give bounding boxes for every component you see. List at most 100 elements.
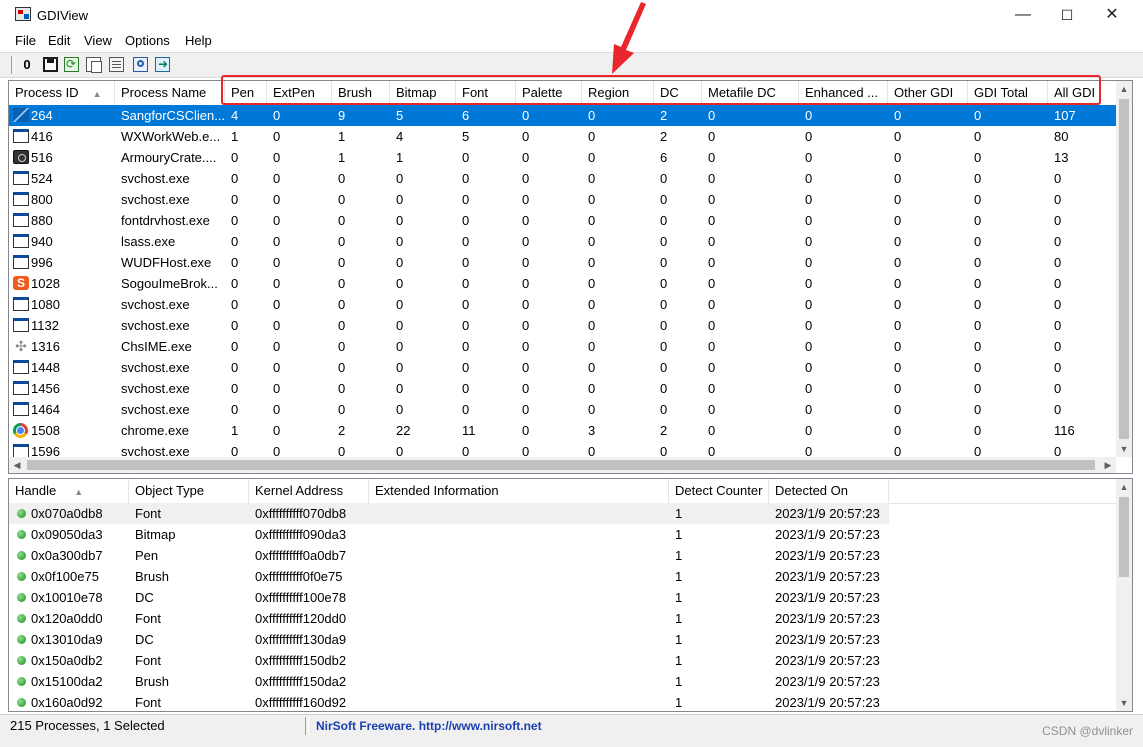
- scroll-right-icon[interactable]: ▶: [1100, 457, 1116, 473]
- handle-row[interactable]: 0x10010e78 DC 0xffffffffff100e78 1 2023/1/9 …: [9, 587, 889, 608]
- column-header-enhanced[interactable]: Enhanced ...: [799, 81, 888, 105]
- minimize-button[interactable]: —: [1000, 0, 1046, 30]
- process-row[interactable]: 1508 chrome.exe 1 0 2 22 11 0 3 2 0 0 0 0 116: [9, 420, 1117, 441]
- handle-row[interactable]: 0x13010da9 DC 0xffffffffff130da9 1 2023/1/9 …: [9, 629, 889, 650]
- column-header-process-name[interactable]: Process Name: [115, 81, 225, 105]
- process-list-vertical-scrollbar[interactable]: ▲ ▼: [1116, 81, 1132, 457]
- copy-icon[interactable]: [86, 57, 102, 73]
- column-header-all-gdi[interactable]: All GDI: [1048, 81, 1119, 105]
- menu-options[interactable]: Options: [125, 33, 170, 48]
- process-row[interactable]: S 1028 SogouImeBrok... 0 0 0 0 0 0 0 0 0 0 0 0 0: [9, 273, 1117, 294]
- cell-object-type: Font: [135, 695, 162, 710]
- cell-kernel-address: 0xffffffffff0f0e75: [255, 569, 343, 584]
- column-header-other-gdi[interactable]: Other GDI: [888, 81, 968, 105]
- column-header-object-type[interactable]: Object Type: [129, 479, 249, 503]
- handle-list-vertical-scrollbar[interactable]: ▲ ▼: [1116, 479, 1132, 711]
- scroll-up-icon[interactable]: ▲: [1116, 81, 1132, 97]
- column-header-metafile-dc[interactable]: Metafile DC: [702, 81, 799, 105]
- column-header-font[interactable]: Font: [456, 81, 516, 105]
- cell-extended-information: [369, 545, 669, 566]
- process-row[interactable]: 940 lsass.exe 0 0 0 0 0 0 0 0 0 0 0 0 0: [9, 231, 1117, 252]
- column-header-extpen[interactable]: ExtPen: [267, 81, 332, 105]
- handle-row[interactable]: 0x070a0db8 Font 0xffffffffff070db8 1 2023/1/…: [9, 503, 889, 524]
- process-row[interactable]: ✣ 1316 ChsIME.exe 0 0 0 0 0 0 0 0 0 0 0 0 0: [9, 336, 1117, 357]
- column-header-extended-information[interactable]: Extended Information: [369, 479, 669, 503]
- watermark: CSDN @dvlinker: [1042, 724, 1133, 738]
- scroll-thumb[interactable]: [27, 460, 1095, 470]
- process-row[interactable]: 880 fontdrvhost.exe 0 0 0 0 0 0 0 0 0 0 0 0 0: [9, 210, 1117, 231]
- cell-kernel-address: 0xffffffffff120dd0: [255, 611, 347, 626]
- cell-enhanced: 0: [805, 255, 813, 270]
- column-header-kernel-address[interactable]: Kernel Address: [249, 479, 369, 503]
- process-row[interactable]: 800 svchost.exe 0 0 0 0 0 0 0 0 0 0 0 0 0: [9, 189, 1117, 210]
- nirsoft-link[interactable]: NirSoft Freeware. http://www.nirsoft.net: [316, 715, 542, 737]
- column-header-handle[interactable]: Handle ▲: [9, 479, 129, 503]
- cell-pen: 0: [231, 360, 239, 375]
- handle-list[interactable]: Handle ▲ Object Type Kernel Address Exten…: [8, 478, 1133, 712]
- close-button[interactable]: ✕: [1089, 0, 1135, 30]
- handle-row[interactable]: 0x150a0db2 Font 0xffffffffff150db2 1 2023/1/…: [9, 650, 889, 671]
- process-list[interactable]: Process ID ▲ Process Name Pen ExtPen Brus…: [8, 80, 1133, 474]
- cell-process-id: 1456: [31, 381, 60, 396]
- column-header-detected-on[interactable]: Detected On: [769, 479, 889, 503]
- column-header-detect-counter[interactable]: Detect Counter: [669, 479, 769, 503]
- process-list-horizontal-scrollbar[interactable]: ◀ ▶: [9, 457, 1116, 473]
- process-row[interactable]: 524 svchost.exe 0 0 0 0 0 0 0 0 0 0 0 0 0: [9, 168, 1117, 189]
- cell-pen: 0: [231, 318, 239, 333]
- column-header-gdi-total[interactable]: GDI Total: [968, 81, 1048, 105]
- scroll-down-icon[interactable]: ▼: [1116, 441, 1132, 457]
- html-report-icon[interactable]: [133, 57, 148, 72]
- process-row[interactable]: 1456 svchost.exe 0 0 0 0 0 0 0 0 0 0 0 0 0: [9, 378, 1117, 399]
- handle-row[interactable]: 0x0f100e75 Brush 0xffffffffff0f0e75 1 2023/1…: [9, 566, 889, 587]
- cell-process-id: 1080: [31, 297, 60, 312]
- cell-kernel-address: 0xffffffffff0a0db7: [255, 548, 347, 563]
- cell-process-id: 996: [31, 255, 53, 270]
- menu-help[interactable]: Help: [185, 33, 212, 48]
- column-header-bitmap[interactable]: Bitmap: [390, 81, 456, 105]
- handle-row[interactable]: 0x120a0dd0 Font 0xffffffffff120dd0 1 2023/1/…: [9, 608, 889, 629]
- refresh-icon[interactable]: ⟳: [64, 57, 79, 72]
- exit-icon[interactable]: ➜: [155, 57, 170, 72]
- scroll-thumb[interactable]: [1119, 497, 1129, 577]
- menu-view[interactable]: View: [84, 33, 112, 48]
- process-row[interactable]: 264 SangforCSClien... 4 0 9 5 6 0 0 2 0 0 0 0 107: [9, 105, 1117, 126]
- save-icon[interactable]: [43, 57, 58, 72]
- cell-detected-on: 2023/1/9 20:57:23: [775, 653, 880, 668]
- handle-row[interactable]: 0x0a300db7 Pen 0xffffffffff0a0db7 1 2023/1/9…: [9, 545, 889, 566]
- cell-detect-counter: 1: [675, 611, 683, 626]
- process-row[interactable]: 996 WUDFHost.exe 0 0 0 0 0 0 0 0 0 0 0 0 0: [9, 252, 1117, 273]
- cell-enhanced: 0: [805, 297, 813, 312]
- column-header-process-id[interactable]: Process ID ▲: [9, 81, 115, 105]
- properties-icon[interactable]: [109, 57, 124, 72]
- cell-enhanced: 0: [805, 213, 813, 228]
- process-row[interactable]: 1080 svchost.exe 0 0 0 0 0 0 0 0 0 0 0 0 0: [9, 294, 1117, 315]
- column-header-dc[interactable]: DC: [654, 81, 702, 105]
- process-row[interactable]: 1132 svchost.exe 0 0 0 0 0 0 0 0 0 0 0 0 0: [9, 315, 1117, 336]
- cell-all-gdi: 0: [1054, 234, 1062, 249]
- zero-button[interactable]: 0: [18, 56, 36, 74]
- handle-row[interactable]: 0x09050da3 Bitmap 0xffffffffff090da3 1 2023/…: [9, 524, 889, 545]
- cell-dc: 0: [660, 318, 668, 333]
- column-header-palette[interactable]: Palette: [516, 81, 582, 105]
- cell-palette: 0: [522, 423, 530, 438]
- menu-file[interactable]: File: [15, 33, 36, 48]
- handle-row[interactable]: 0x160a0d92 Font 0xffffffffff160d92 1 2023/1/…: [9, 692, 889, 711]
- process-row[interactable]: 1448 svchost.exe 0 0 0 0 0 0 0 0 0 0 0 0 0: [9, 357, 1117, 378]
- column-header-pen[interactable]: Pen: [225, 81, 267, 105]
- column-header-region[interactable]: Region: [582, 81, 654, 105]
- handle-row[interactable]: 0x15100da2 Brush 0xffffffffff150da2 1 2023/1…: [9, 671, 889, 692]
- process-row[interactable]: 1464 svchost.exe 0 0 0 0 0 0 0 0 0 0 0 0 0: [9, 399, 1117, 420]
- process-row[interactable]: 516 ArmouryCrate.... 0 0 1 1 0 0 0 6 0 0 0 0 13: [9, 147, 1117, 168]
- cell-other-gdi: 0: [894, 381, 902, 396]
- scroll-thumb[interactable]: [1119, 99, 1129, 439]
- scroll-up-icon[interactable]: ▲: [1116, 479, 1132, 495]
- scroll-left-icon[interactable]: ◀: [9, 457, 25, 473]
- menu-edit[interactable]: Edit: [48, 33, 70, 48]
- process-row[interactable]: 416 WXWorkWeb.e... 1 0 1 4 5 0 0 2 0 0 0 0 80: [9, 126, 1117, 147]
- cell-enhanced: 0: [805, 402, 813, 417]
- column-header-brush[interactable]: Brush: [332, 81, 390, 105]
- cell-gdi-total: 0: [974, 339, 982, 354]
- maximize-button[interactable]: ☐: [1044, 0, 1090, 30]
- scroll-down-icon[interactable]: ▼: [1116, 695, 1132, 711]
- cell-pen: 1: [231, 423, 239, 438]
